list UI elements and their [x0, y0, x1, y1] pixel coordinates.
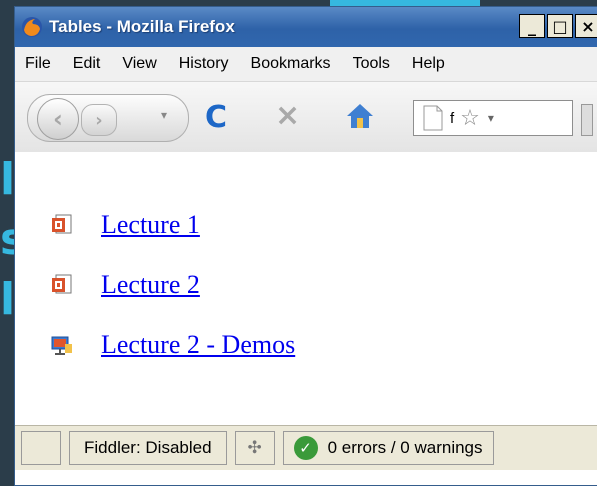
- window-title: Tables - Mozilla Firefox: [49, 17, 235, 36]
- list-item: Lecture 1: [51, 210, 200, 240]
- minimize-button[interactable]: _: [519, 14, 545, 38]
- status-panel: [21, 431, 61, 465]
- status-bar: Fiddler: Disabled ✣ ✓ 0 errors / 0 warni…: [15, 425, 597, 470]
- bookmark-star-icon[interactable]: ☆: [460, 106, 480, 131]
- firefox-icon: [22, 17, 42, 37]
- powerpoint-icon: [52, 214, 72, 234]
- search-bar-edge[interactable]: [581, 104, 593, 136]
- lecture-2-link[interactable]: Lecture 2: [101, 270, 200, 300]
- stop-button[interactable]: ×: [275, 98, 300, 133]
- folder-presentation-icon: [51, 336, 72, 355]
- list-item: Lecture 2: [51, 270, 200, 300]
- menu-bar: File Edit View History Bookmarks Tools H…: [15, 47, 597, 82]
- close-button[interactable]: ×: [575, 14, 597, 38]
- navigation-toolbar: ‹ › ▾ C × f ☆ ▾: [15, 82, 597, 153]
- history-dropdown-button[interactable]: ▾: [161, 108, 167, 122]
- maximize-button[interactable]: □: [547, 14, 573, 38]
- list-item: Lecture 2 - Demos: [51, 330, 295, 360]
- page-content: Lecture 1 Lecture 2 Lecture 2 - Demos: [15, 152, 597, 422]
- address-dropdown-button[interactable]: ▾: [488, 111, 494, 125]
- browser-window: Tables - Mozilla Firefox _ □ × File Edit…: [14, 6, 597, 486]
- menu-edit[interactable]: Edit: [73, 55, 101, 73]
- forward-button[interactable]: ›: [81, 104, 117, 136]
- menu-file[interactable]: File: [25, 55, 51, 73]
- menu-history[interactable]: History: [179, 55, 229, 73]
- menu-tools[interactable]: Tools: [353, 55, 390, 73]
- fiddler-status[interactable]: Fiddler: Disabled: [69, 431, 227, 465]
- home-icon: [347, 104, 373, 128]
- lecture-1-link[interactable]: Lecture 1: [101, 210, 200, 240]
- title-bar[interactable]: Tables - Mozilla Firefox _ □ ×: [15, 7, 597, 47]
- reload-button[interactable]: C: [205, 100, 227, 135]
- window-controls: _ □ ×: [519, 14, 597, 38]
- validator-status[interactable]: ✓ 0 errors / 0 warnings: [282, 431, 494, 465]
- page-icon: [423, 105, 443, 131]
- address-text: f: [450, 109, 455, 127]
- address-bar[interactable]: f ☆ ▾: [413, 100, 573, 136]
- validator-text: 0 errors / 0 warnings: [327, 438, 483, 457]
- home-button[interactable]: [345, 102, 375, 134]
- back-button[interactable]: ‹: [37, 98, 79, 140]
- powerpoint-icon: [52, 274, 72, 294]
- lecture-2-demos-link[interactable]: Lecture 2 - Demos: [101, 330, 295, 360]
- menu-view[interactable]: View: [122, 55, 156, 73]
- menu-help[interactable]: Help: [412, 55, 445, 73]
- firebug-icon[interactable]: ✣: [234, 431, 275, 465]
- menu-bookmarks[interactable]: Bookmarks: [251, 55, 331, 73]
- check-icon: ✓: [293, 436, 318, 460]
